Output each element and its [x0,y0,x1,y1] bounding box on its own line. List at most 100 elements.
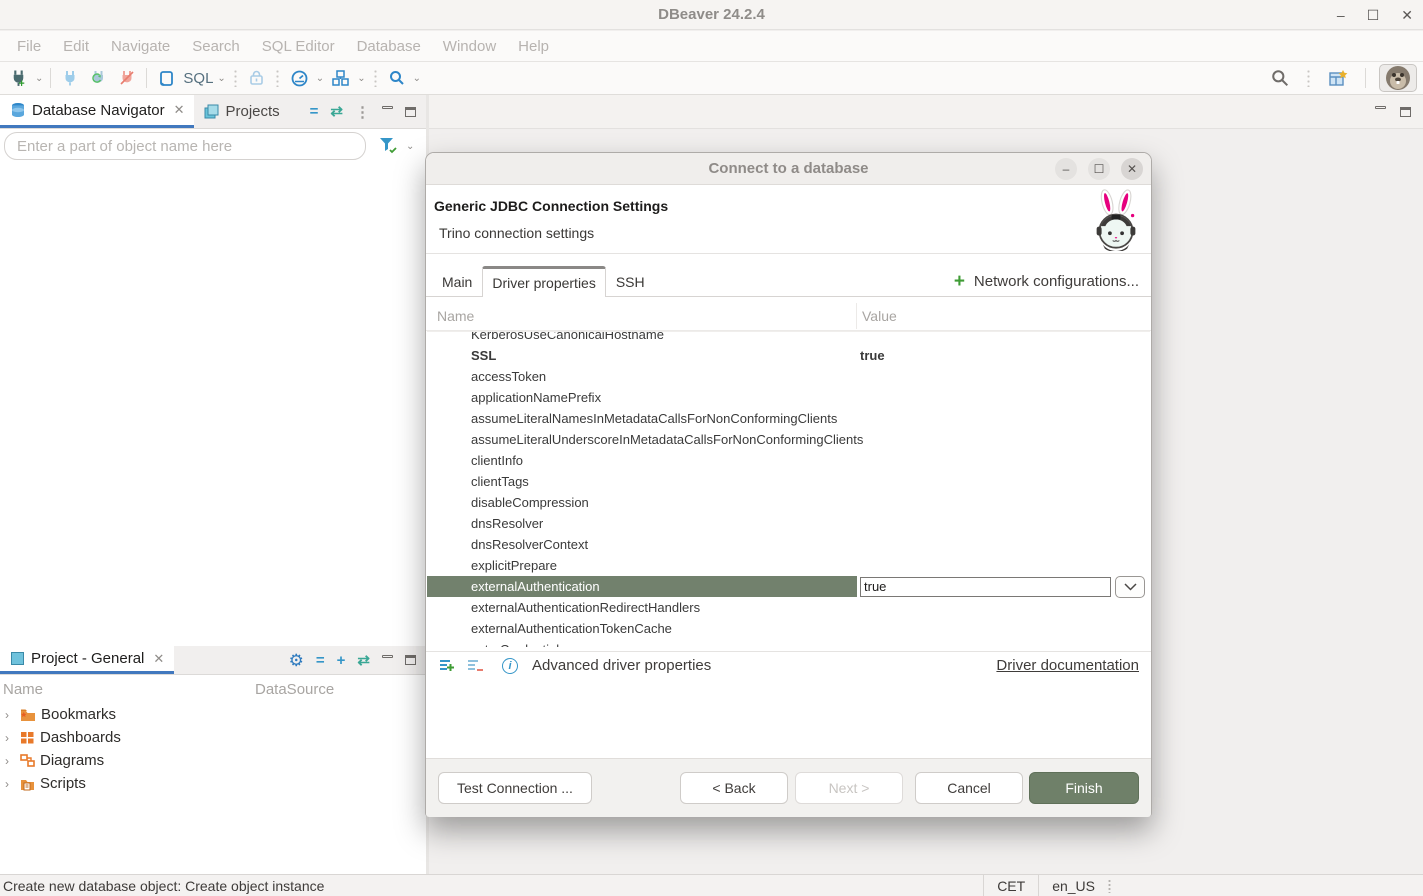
property-name[interactable]: clientTags [427,471,857,492]
locale-indicator[interactable]: en_US [1038,875,1108,896]
new-connection-button[interactable]: + [6,67,31,90]
property-value[interactable]: true [860,348,885,363]
driver-documentation-link[interactable]: Driver documentation [996,657,1139,674]
value-dropdown-button[interactable] [1115,576,1145,598]
expander-icon[interactable]: › [5,777,15,791]
cancel-button[interactable]: Cancel [915,772,1023,804]
tab-main[interactable]: Main [432,266,482,296]
column-name[interactable]: Name [0,681,255,698]
collapse-all-icon[interactable]: = [310,104,319,119]
settings-gear-icon[interactable]: ⚙ [289,652,304,669]
maximize-view-icon[interactable] [1400,107,1411,117]
toolbar-drag-handle[interactable] [234,69,237,87]
property-name[interactable]: clientInfo [427,450,857,471]
minimize-view-icon[interactable] [382,106,393,109]
connect-button[interactable] [58,67,82,89]
property-name[interactable]: SSL [427,345,857,366]
sql-label[interactable]: SQL [183,70,213,87]
expander-icon[interactable]: › [5,731,15,745]
dialog-minimize-button[interactable]: – [1055,158,1077,180]
collapse-all-icon[interactable]: = [316,653,325,668]
property-name[interactable]: externalAuthenticationTokenCache [427,618,857,639]
menu-item[interactable]: Navigate [100,38,181,55]
window-maximize-button[interactable]: ☐ [1367,7,1380,24]
window-minimize-button[interactable]: – [1337,7,1345,23]
maximize-view-icon[interactable] [405,655,416,665]
property-row[interactable]: clientTags [427,471,1150,492]
property-name[interactable]: assumeLiteralUnderscoreInMetadataCallsFo… [427,429,857,450]
property-row[interactable]: assumeLiteralNamesInMetadataCallsForNonC… [427,408,1150,429]
sql-editor-button[interactable] [154,67,179,90]
reconnect-button[interactable] [86,67,111,89]
new-connection-dropdown[interactable]: ⌄ [35,73,43,84]
property-row[interactable]: explicitPrepare [427,555,1150,576]
network-configurations-button[interactable]: + Network configurations... [954,266,1151,296]
property-name[interactable]: assumeLiteralNamesInMetadataCallsForNonC… [427,408,857,429]
filter-dropdown-icon[interactable]: ⌄ [406,141,414,152]
property-row[interactable]: dnsResolver [427,513,1150,534]
test-connection-button[interactable]: Test Connection ... [438,772,592,804]
next-button[interactable]: Next > [795,772,903,804]
lock-button[interactable] [245,67,268,89]
tree-item-dashboards[interactable]: › Dashboards [0,726,426,749]
property-row[interactable]: disableCompression [427,492,1150,513]
property-name[interactable]: dnsResolverContext [427,534,857,555]
maximize-view-icon[interactable] [405,107,416,117]
property-name[interactable]: dnsResolver [427,513,857,534]
property-name[interactable]: disableCompression [427,492,857,513]
tab-driver-properties[interactable]: Driver properties [482,266,605,297]
tab-ssh[interactable]: SSH [606,266,655,296]
property-name[interactable]: KerberosUseCanonicalHostname [427,331,857,345]
menu-item[interactable]: Edit [52,38,100,55]
property-name[interactable]: externalAuthentication [427,576,857,597]
toolbar-drag-handle[interactable] [1307,69,1310,87]
tab-close-icon[interactable]: ✕ [153,651,164,667]
property-row[interactable]: externalAuthentication true [427,576,1150,597]
toolbar-drag-handle[interactable] [374,69,377,87]
back-button[interactable]: < Back [680,772,788,804]
property-row[interactable]: externalAuthenticationTokenCache [427,618,1150,639]
property-row[interactable]: SSL true [427,345,1150,366]
menu-item[interactable]: Database [346,38,432,55]
property-row[interactable]: assumeLiteralUnderscoreInMetadataCallsFo… [427,429,1150,450]
statusbar-drag-handle[interactable] [1108,879,1111,893]
tree-item-diagrams[interactable]: › Diagrams [0,749,426,772]
data-transfer-button[interactable] [328,67,353,89]
property-value-input[interactable] [860,577,1111,597]
tab-database-navigator[interactable]: Database Navigator ✕ [0,95,194,128]
expander-icon[interactable]: › [5,754,15,768]
expand-all-icon[interactable]: + [337,653,346,668]
window-close-button[interactable]: ✕ [1401,7,1413,24]
add-property-icon[interactable] [438,658,456,674]
property-name[interactable]: externalAuthenticationRedirectHandlers [427,597,857,618]
property-row[interactable]: accessToken [427,366,1150,387]
property-name[interactable]: explicitPrepare [427,555,857,576]
tree-item-scripts[interactable]: › Scripts [0,772,426,795]
property-row[interactable]: KerberosUseCanonicalHostname [427,331,1150,345]
property-name[interactable]: extraCredentials [427,639,857,647]
data-transfer-dropdown[interactable]: ⌄ [357,73,365,84]
property-row[interactable]: applicationNamePrefix [427,387,1150,408]
property-row[interactable]: clientInfo [427,450,1150,471]
user-profile-button[interactable] [1379,64,1417,92]
menu-item[interactable]: SQL Editor [251,38,346,55]
remove-property-icon[interactable] [466,658,484,674]
menu-item[interactable]: Help [507,38,560,55]
minimize-view-icon[interactable] [1375,106,1386,109]
property-name[interactable]: accessToken [427,366,857,387]
tree-item-bookmarks[interactable]: › Bookmarks [0,703,426,726]
disconnect-button[interactable] [115,67,139,89]
search-dropdown[interactable]: ⌄ [413,73,421,84]
filter-funnel-icon[interactable] [378,137,398,155]
toolbar-drag-handle[interactable] [276,69,279,87]
property-row[interactable]: externalAuthenticationRedirectHandlers [427,597,1150,618]
column-datasource[interactable]: DataSource [255,681,334,698]
tab-projects[interactable]: Projects [194,95,289,128]
timezone-indicator[interactable]: CET [983,875,1038,896]
link-editor-icon[interactable]: ⇄ [330,104,343,119]
tab-project-general[interactable]: Project - General ✕ [0,646,174,674]
minimize-view-icon[interactable] [382,655,393,658]
quick-search-button[interactable] [1267,66,1293,90]
expander-icon[interactable]: › [5,708,15,722]
open-perspective-button[interactable] [1324,66,1352,91]
